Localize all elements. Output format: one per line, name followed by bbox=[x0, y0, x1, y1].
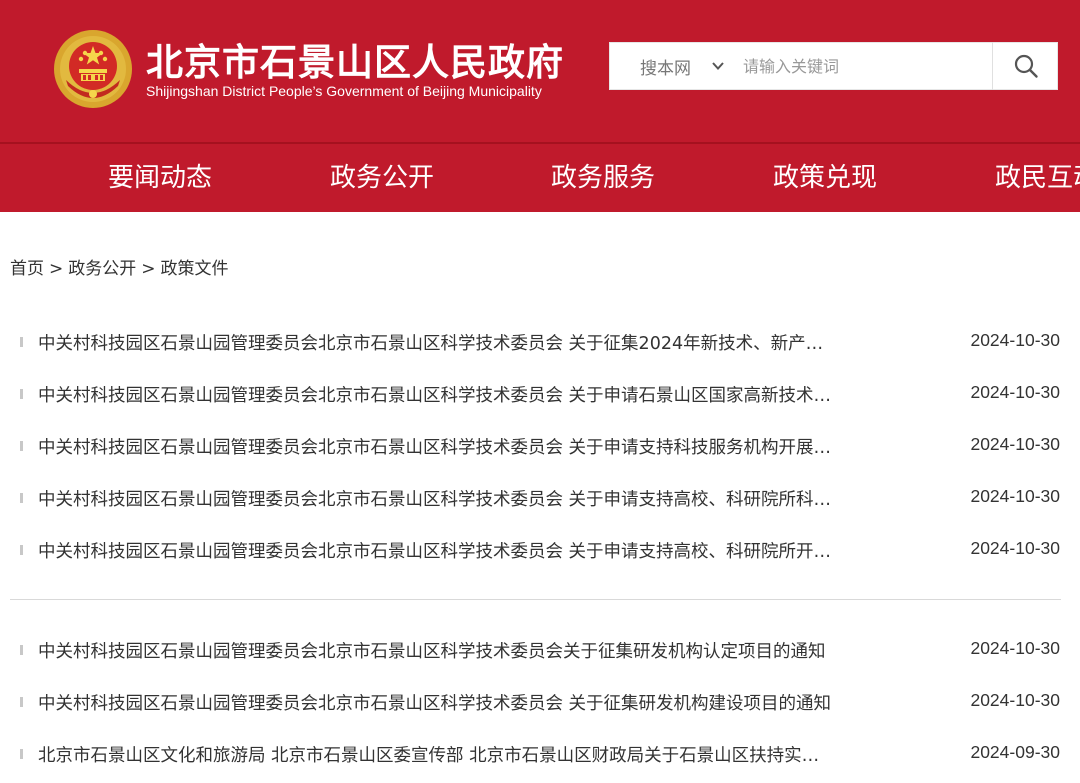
main-nav: 要闻动态 政务公开 政务服务 政策兑现 政民互动 bbox=[0, 144, 1080, 212]
list-item-date: 2024-10-30 bbox=[970, 434, 1060, 454]
breadcrumb: 首页 > 政务公开 > 政策文件 bbox=[10, 254, 229, 279]
list-bullet bbox=[20, 337, 23, 347]
list-bullet bbox=[20, 645, 23, 655]
list-bullet bbox=[20, 697, 23, 707]
list-item[interactable]: 中关村科技园区石景山园管理委员会北京市石景山区科学技术委员会 关于申请支持高校、… bbox=[0, 536, 1080, 566]
nav-item-public-interaction[interactable]: 政民互动 bbox=[995, 144, 1080, 212]
search-scope-label: 搜本网 bbox=[640, 58, 691, 79]
list-item[interactable]: 中关村科技园区石景山园管理委员会北京市石景山区科学技术委员会 关于申请支持高校、… bbox=[0, 484, 1080, 514]
list-item-title[interactable]: 北京市石景山区文化和旅游局 北京市石景山区委宣传部 北京市石景山区财政局关于石景… bbox=[38, 742, 819, 767]
list-item-date: 2024-10-30 bbox=[970, 690, 1060, 710]
breadcrumb-separator: > bbox=[49, 259, 64, 279]
breadcrumb-policy-documents[interactable]: 政策文件 bbox=[161, 259, 229, 279]
list-item[interactable]: 中关村科技园区石景山园管理委员会北京市石景山区科学技术委员会 关于征集2024年… bbox=[0, 328, 1080, 358]
breadcrumb-home[interactable]: 首页 bbox=[10, 259, 44, 279]
list-item-title[interactable]: 中关村科技园区石景山园管理委员会北京市石景山区科学技术委员会关于征集研发机构认定… bbox=[38, 638, 826, 663]
list-item[interactable]: 中关村科技园区石景山园管理委员会北京市石景山区科学技术委员会关于征集研发机构认定… bbox=[0, 636, 1080, 666]
search-input[interactable] bbox=[730, 43, 992, 89]
nav-item-policy-fulfillment[interactable]: 政策兑现 bbox=[773, 144, 877, 212]
nav-item-open-government[interactable]: 政务公开 bbox=[330, 144, 434, 212]
list-item-title[interactable]: 中关村科技园区石景山园管理委员会北京市石景山区科学技术委员会 关于申请支持科技服… bbox=[38, 434, 831, 459]
site-title[interactable]: 北京市石景山区人民政府 bbox=[146, 32, 564, 86]
nav-item-news[interactable]: 要闻动态 bbox=[108, 144, 212, 212]
list-item-title[interactable]: 中关村科技园区石景山园管理委员会北京市石景山区科学技术委员会 关于申请支持高校、… bbox=[38, 538, 831, 563]
list-item-date: 2024-09-30 bbox=[970, 742, 1060, 762]
list-bullet bbox=[20, 545, 23, 555]
list-item-date: 2024-10-30 bbox=[970, 382, 1060, 402]
list-item-title[interactable]: 中关村科技园区石景山园管理委员会北京市石景山区科学技术委员会 关于征集2024年… bbox=[38, 330, 823, 355]
list-item-date: 2024-10-30 bbox=[970, 486, 1060, 506]
list-item-title[interactable]: 中关村科技园区石景山园管理委员会北京市石景山区科学技术委员会 关于申请支持高校、… bbox=[38, 486, 831, 511]
national-emblem-icon bbox=[54, 30, 132, 108]
breadcrumb-open-government[interactable]: 政务公开 bbox=[68, 259, 136, 279]
list-divider bbox=[10, 599, 1061, 600]
site-header: 北京市石景山区人民政府 Shijingshan District People’… bbox=[0, 0, 1080, 212]
list-bullet bbox=[20, 389, 23, 399]
header-top-bar: 北京市石景山区人民政府 Shijingshan District People’… bbox=[0, 0, 1080, 142]
list-item-date: 2024-10-30 bbox=[970, 330, 1060, 350]
chevron-down-icon[interactable] bbox=[710, 58, 726, 74]
list-item[interactable]: 北京市石景山区文化和旅游局 北京市石景山区委宣传部 北京市石景山区财政局关于石景… bbox=[0, 740, 1080, 770]
list-item-title[interactable]: 中关村科技园区石景山园管理委员会北京市石景山区科学技术委员会 关于申请石景山区国… bbox=[38, 382, 831, 407]
breadcrumb-separator: > bbox=[141, 259, 156, 279]
list-bullet bbox=[20, 749, 23, 759]
list-item-date: 2024-10-30 bbox=[970, 538, 1060, 558]
list-item-date: 2024-10-30 bbox=[970, 638, 1060, 658]
search-icon bbox=[1014, 54, 1038, 78]
list-bullet bbox=[20, 493, 23, 503]
list-item[interactable]: 中关村科技园区石景山园管理委员会北京市石景山区科学技术委员会 关于申请石景山区国… bbox=[0, 380, 1080, 410]
list-item[interactable]: 中关村科技园区石景山园管理委员会北京市石景山区科学技术委员会 关于征集研发机构建… bbox=[0, 688, 1080, 718]
nav-item-government-services[interactable]: 政务服务 bbox=[551, 144, 655, 212]
list-item-title[interactable]: 中关村科技园区石景山园管理委员会北京市石景山区科学技术委员会 关于征集研发机构建… bbox=[38, 690, 831, 715]
search-bar: 搜本网 bbox=[609, 42, 1058, 90]
search-button[interactable] bbox=[992, 42, 1058, 90]
list-item[interactable]: 中关村科技园区石景山园管理委员会北京市石景山区科学技术委员会 关于申请支持科技服… bbox=[0, 432, 1080, 462]
site-subtitle: Shijingshan District People’s Government… bbox=[146, 83, 542, 99]
list-bullet bbox=[20, 441, 23, 451]
